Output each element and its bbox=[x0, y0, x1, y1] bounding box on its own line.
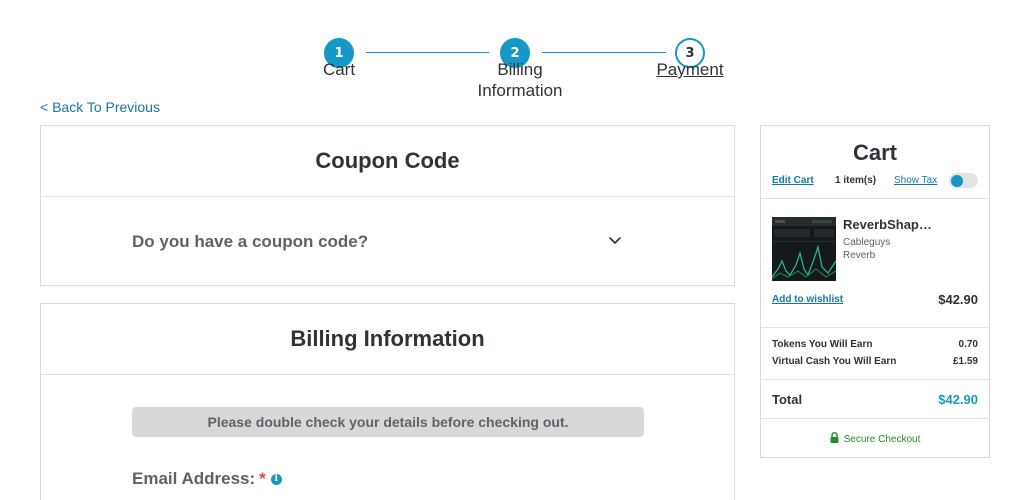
product-category: Reverb bbox=[843, 250, 876, 261]
cart-divider bbox=[761, 379, 989, 380]
billing-panel-header: Billing Information bbox=[41, 304, 734, 375]
billing-form: Please double check your details before … bbox=[41, 375, 734, 500]
coupon-title: Coupon Code bbox=[315, 148, 460, 173]
coupon-panel-header: Coupon Code bbox=[41, 126, 734, 197]
step-2-label-line2: Information bbox=[477, 81, 563, 100]
cart-divider bbox=[761, 418, 989, 419]
double-check-notice: Please double check your details before … bbox=[132, 407, 644, 437]
coupon-accordion-toggle[interactable]: Do you have a coupon code? bbox=[41, 197, 734, 285]
product-name[interactable]: ReverbShap… bbox=[843, 217, 932, 232]
product-price: $42.90 bbox=[938, 292, 978, 307]
show-tax-toggle[interactable] bbox=[949, 173, 978, 188]
lock-icon bbox=[830, 432, 839, 443]
add-to-wishlist-link[interactable]: Add to wishlist bbox=[772, 294, 843, 305]
step-2-label[interactable]: Billing Information bbox=[460, 59, 580, 101]
billing-title: Billing Information bbox=[290, 326, 485, 351]
product-image bbox=[772, 217, 836, 281]
total-label: Total bbox=[772, 392, 803, 407]
tokens-earn-value: 0.70 bbox=[958, 339, 978, 350]
secure-checkout: Secure Checkout bbox=[761, 432, 989, 445]
step-3-label: Payment bbox=[656, 60, 724, 79]
step-connector-2-3 bbox=[542, 52, 666, 53]
step-1-label[interactable]: Cart bbox=[299, 59, 379, 80]
tokens-earn-label: Tokens You Will Earn bbox=[772, 339, 873, 350]
cart-title: Cart bbox=[852, 140, 897, 165]
edit-cart-link[interactable]: Edit Cart bbox=[772, 175, 814, 186]
product-thumbnail[interactable] bbox=[772, 217, 836, 281]
billing-panel: Billing Information Please double check … bbox=[40, 303, 735, 500]
total-value: $42.90 bbox=[938, 392, 978, 407]
show-tax-link[interactable]: Show Tax bbox=[894, 175, 937, 186]
email-label-text: Email Address: bbox=[132, 469, 256, 488]
step-2-label-line1: Billing bbox=[497, 60, 543, 79]
product-brand: Cableguys bbox=[843, 237, 891, 248]
chevron-down-icon[interactable] bbox=[607, 233, 623, 249]
cart-divider bbox=[761, 327, 989, 328]
checkout-stepper: 1 2 3 Cart Billing Information Payment bbox=[0, 19, 1013, 109]
secure-checkout-label: Secure Checkout bbox=[843, 434, 921, 445]
coupon-panel: Coupon Code Do you have a coupon code? bbox=[40, 125, 735, 286]
email-address-label: Email Address: * i bbox=[132, 469, 282, 489]
step-connector-1-2 bbox=[366, 52, 489, 53]
info-icon[interactable]: i bbox=[270, 474, 282, 485]
required-asterisk: * bbox=[259, 469, 266, 488]
coupon-question: Do you have a coupon code? bbox=[132, 232, 369, 251]
cart-item-count: 1 item(s) bbox=[835, 175, 877, 186]
virtual-cash-value: £1.59 bbox=[952, 356, 978, 367]
virtual-cash-label: Virtual Cash You Will Earn bbox=[772, 356, 897, 367]
cart-divider bbox=[761, 198, 989, 199]
back-to-previous-link[interactable]: < Back To Previous bbox=[40, 99, 160, 115]
toggle-knob bbox=[951, 174, 963, 187]
cart-summary: Cart Edit Cart 1 item(s) Show Tax Reverb… bbox=[760, 125, 990, 458]
